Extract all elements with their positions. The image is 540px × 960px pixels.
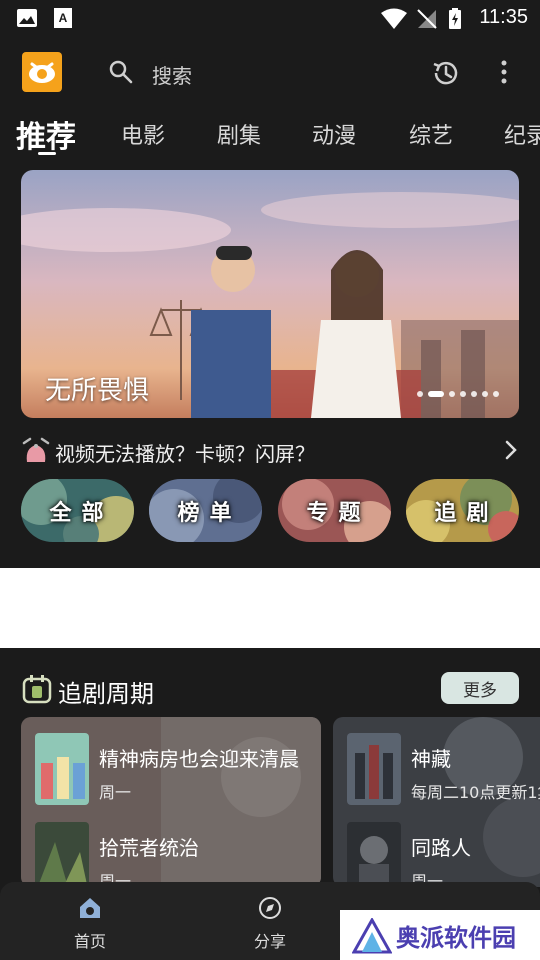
category-ranking-button[interactable]: 榜单: [149, 479, 262, 542]
category-topics-label: 专题: [306, 500, 371, 526]
show-schedule: 周一: [99, 783, 132, 802]
poster-image: [35, 733, 89, 805]
schedule-card-monday[interactable]: 精神病房也会迎来清晨 周一 拾荒者统治 周一: [21, 717, 321, 887]
nav-share-label: 分享: [253, 932, 286, 951]
app-logo[interactable]: [22, 52, 62, 92]
show-schedule: 每周二10点更新1集: [411, 783, 540, 802]
history-icon[interactable]: [430, 58, 460, 88]
tab-anime[interactable]: 动漫: [312, 118, 356, 150]
carousel-dot: [493, 391, 499, 397]
eye-logo-icon: [29, 62, 55, 83]
tab-movie[interactable]: 电影: [121, 118, 165, 150]
watermark-logo-icon: [352, 918, 392, 954]
show-item[interactable]: 拾荒者统治 周一: [21, 822, 321, 887]
nav-share[interactable]: 分享: [230, 896, 310, 956]
nav-home[interactable]: 首页: [50, 896, 130, 956]
category-chasing-button[interactable]: 追剧: [406, 479, 519, 542]
poster-image: [347, 822, 401, 887]
quick-categories: 全部 榜单 专题 追剧: [21, 479, 521, 543]
carousel-dot: [471, 391, 477, 397]
poster-art: [35, 733, 89, 805]
tab-active-indicator: [38, 152, 56, 155]
calendar-icon: [22, 675, 52, 704]
show-title: 精神病房也会迎来清晨: [99, 747, 299, 771]
svg-text:A: A: [59, 11, 68, 25]
category-all-label: 全部: [49, 500, 114, 526]
category-topics-button[interactable]: 专题: [278, 479, 391, 542]
alarm-bell-icon: [22, 437, 50, 462]
poster-image: [347, 733, 401, 805]
font-icon: A: [54, 8, 72, 28]
playback-help-notice[interactable]: 视频无法播放？卡顿？闪屏？: [22, 432, 522, 468]
notice-text: 视频无法播放？卡顿？闪屏？: [55, 442, 315, 466]
banner-carousel[interactable]: 无所畏惧: [21, 170, 519, 418]
carousel-dot: [449, 391, 455, 397]
image-icon: [17, 9, 37, 27]
nav-home-label: 首页: [73, 932, 106, 951]
battery-charging-icon: [449, 8, 461, 29]
carousel-dot: [482, 391, 488, 397]
tab-recommend[interactable]: 推荐: [16, 112, 76, 156]
watermark-text: 奥派软件园: [396, 924, 516, 952]
poster-art: [347, 733, 401, 805]
carousel-dot: [417, 391, 423, 397]
category-ranking-label: 榜单: [177, 500, 242, 526]
carousel-indicator: [417, 390, 499, 398]
poster-art: [35, 822, 89, 887]
compass-icon: [259, 897, 281, 919]
wifi-icon: [381, 8, 407, 29]
search-icon[interactable]: [108, 59, 134, 85]
tab-series[interactable]: 剧集: [217, 118, 261, 150]
show-item[interactable]: 同路人 周一: [333, 822, 540, 887]
banner-title: 无所畏惧: [45, 376, 150, 406]
home-icon: [80, 898, 100, 918]
category-tabs: 推荐 电影 剧集 动漫 综艺 纪录: [0, 112, 540, 156]
show-item[interactable]: 精神病房也会迎来清晨 周一: [21, 733, 321, 805]
more-button[interactable]: 更多: [441, 672, 519, 704]
status-bar: A 11:35: [0, 0, 540, 36]
tab-variety[interactable]: 综艺: [409, 118, 453, 150]
chevron-right-icon: [505, 440, 517, 460]
poster-art: [347, 822, 401, 887]
category-all-button[interactable]: 全部: [21, 479, 134, 542]
more-vertical-icon[interactable]: [494, 58, 514, 88]
show-title: 拾荒者统治: [99, 836, 199, 860]
tab-documentary[interactable]: 纪录: [504, 118, 540, 150]
watermark-logo: 奥派软件园: [340, 910, 540, 960]
show-item[interactable]: 神藏 每周二10点更新1集: [333, 733, 540, 805]
search-input[interactable]: 搜索: [152, 60, 192, 89]
category-chasing-label: 追剧: [434, 500, 499, 526]
show-title: 神藏: [411, 747, 451, 771]
status-time: 11:35: [479, 6, 528, 28]
section-title: 追剧周期: [58, 680, 154, 708]
no-signal-icon: [417, 9, 437, 29]
carousel-dot-active: [428, 391, 444, 397]
poster-image: [35, 822, 89, 887]
show-title: 同路人: [411, 836, 471, 860]
schedule-card-tuesday[interactable]: 神藏 每周二10点更新1集 同路人 周一: [333, 717, 540, 887]
carousel-dot: [460, 391, 466, 397]
